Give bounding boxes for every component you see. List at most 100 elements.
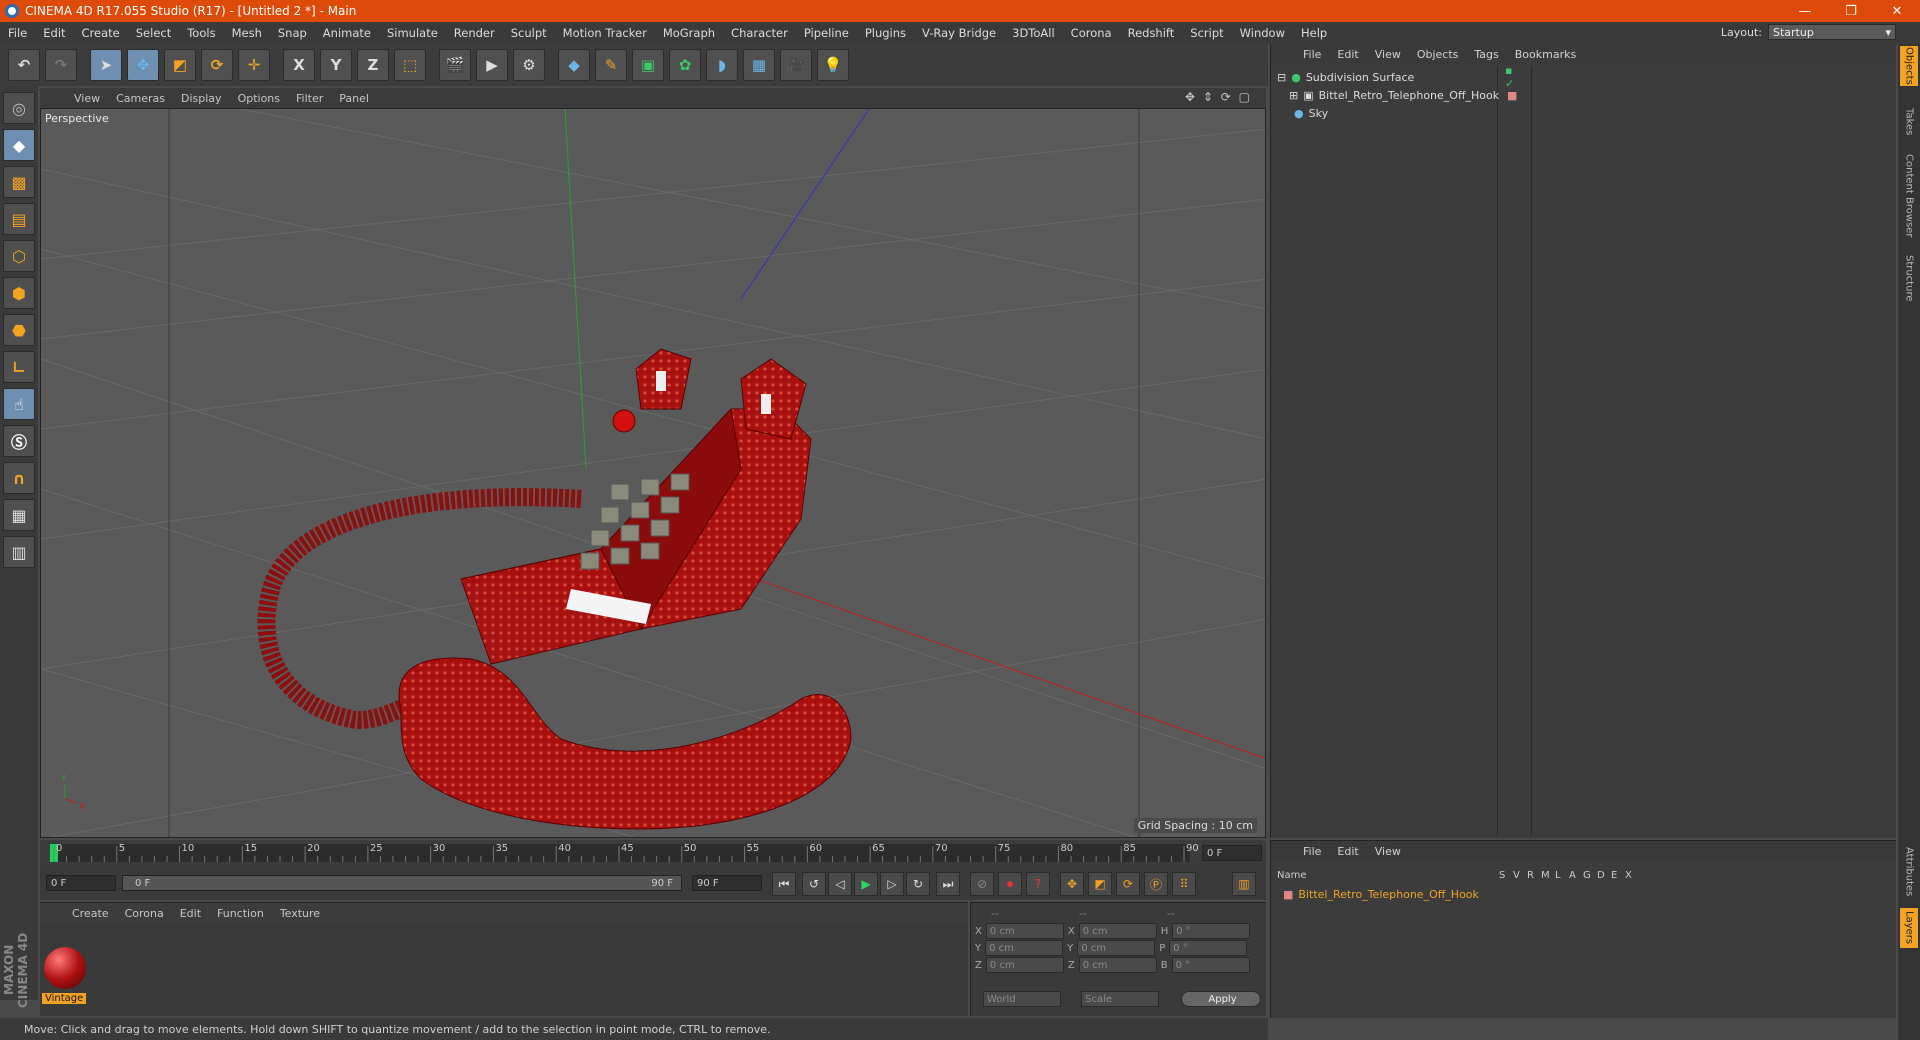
object-name[interactable]: Sky: [1309, 107, 1328, 120]
menu-animate[interactable]: Animate: [315, 26, 379, 40]
next-key-icon[interactable]: ↻: [906, 872, 930, 896]
menu-plugins[interactable]: Plugins: [857, 26, 914, 40]
world-dropdown[interactable]: World: [983, 991, 1061, 1007]
om-menu-tags[interactable]: Tags: [1466, 48, 1506, 61]
object-row[interactable]: ⊟ ● Subdivision Surface ▪ ✓: [1277, 64, 1514, 90]
viewport-nav-icons[interactable]: ✥ ⇕ ⟳ ▢: [1177, 90, 1260, 104]
scale-dropdown[interactable]: Scale: [1081, 991, 1159, 1007]
range-slider[interactable]: 0 F 90 F: [122, 875, 682, 891]
menu-render[interactable]: Render: [446, 26, 503, 40]
rotate-key-icon[interactable]: ⟳: [1116, 872, 1140, 896]
menu-simulate[interactable]: Simulate: [379, 26, 446, 40]
menu-file[interactable]: File: [0, 26, 35, 40]
lock-workplane-icon[interactable]: ▦: [3, 499, 35, 531]
prev-key-icon[interactable]: ↺: [802, 872, 826, 896]
material-menu-texture[interactable]: Texture: [272, 907, 328, 920]
move-tool-icon[interactable]: ✥: [127, 49, 159, 81]
material-menu-function[interactable]: Function: [209, 907, 272, 920]
coord-field[interactable]: 0 °: [1171, 957, 1250, 973]
pen-icon[interactable]: ✎: [595, 49, 627, 81]
deformer-icon[interactable]: ◗: [706, 49, 738, 81]
om-menu-bookmarks[interactable]: Bookmarks: [1507, 48, 1584, 61]
expand-icon[interactable]: ⊟: [1277, 71, 1286, 84]
make-editable-icon[interactable]: ◎: [3, 92, 35, 124]
tab-attributes[interactable]: Attributes: [1900, 844, 1918, 900]
points-mode-icon[interactable]: ⬡: [3, 240, 35, 272]
light-icon[interactable]: 💡: [817, 49, 849, 81]
viewport-menu-filter[interactable]: Filter: [288, 92, 331, 105]
menu-snap[interactable]: Snap: [270, 26, 315, 40]
object-name[interactable]: Bittel_Retro_Telephone_Off_Hook: [1319, 89, 1500, 102]
scale-key-icon[interactable]: ◩: [1088, 872, 1112, 896]
transform-tool-icon[interactable]: ✛: [238, 49, 270, 81]
material-preview-ball[interactable]: [44, 947, 86, 989]
minimize-button[interactable]: —: [1782, 0, 1828, 22]
render-settings-icon[interactable]: ⚙: [513, 49, 545, 81]
layer-name[interactable]: Bittel_Retro_Telephone_Off_Hook: [1298, 888, 1479, 901]
object-name[interactable]: Subdivision Surface: [1306, 71, 1414, 84]
pla-key-icon[interactable]: ⠿: [1172, 872, 1196, 896]
autokey-icon[interactable]: ?: [1026, 872, 1050, 896]
axis-mode-icon[interactable]: ∟: [3, 351, 35, 383]
tab-objects[interactable]: Objects: [1900, 46, 1918, 86]
close-button[interactable]: ✕: [1874, 0, 1920, 22]
current-frame-field[interactable]: 0 F: [1202, 845, 1262, 861]
texture-mode-icon[interactable]: ▩: [3, 166, 35, 198]
menu-v-ray-bridge[interactable]: V-Ray Bridge: [914, 26, 1004, 40]
tab-structure[interactable]: Structure: [1900, 250, 1918, 306]
menu-edit[interactable]: Edit: [35, 26, 73, 40]
tab-layers[interactable]: Layers: [1900, 908, 1918, 948]
menu-character[interactable]: Character: [723, 26, 796, 40]
coord-field[interactable]: 0 cm: [1078, 957, 1157, 973]
select-tool-icon[interactable]: ➤: [90, 49, 122, 81]
material-tag-icon[interactable]: ■: [1507, 89, 1517, 102]
material-menu-create[interactable]: Create: [64, 907, 117, 920]
record-icon[interactable]: ⏺: [998, 872, 1022, 896]
model-mode-icon[interactable]: ◆: [3, 129, 35, 161]
maximize-button[interactable]: ❐: [1828, 0, 1874, 22]
menu-select[interactable]: Select: [128, 26, 179, 40]
cube-icon[interactable]: ◆: [558, 49, 590, 81]
coord-field[interactable]: 0 cm: [1077, 940, 1156, 956]
polygons-mode-icon[interactable]: ⬣: [3, 314, 35, 346]
object-row[interactable]: ● Sky: [1277, 104, 1328, 122]
go-to-end-icon[interactable]: ⏭: [936, 872, 960, 896]
menu-mograph[interactable]: MoGraph: [655, 26, 723, 40]
planar-workplane-icon[interactable]: ▥: [3, 536, 35, 568]
object-row[interactable]: ⊞ ▣ Bittel_Retro_Telephone_Off_Hook ■: [1289, 86, 1517, 104]
timeline-ruler[interactable]: 0 5 10 15 20 25 30 35 40 45 50 55 60 65 70 75 80 85 90 0 F: [40, 840, 1266, 866]
workplane-icon[interactable]: ▤: [3, 203, 35, 235]
tweak-mode-icon[interactable]: ☝: [3, 388, 35, 420]
menu-mesh[interactable]: Mesh: [224, 26, 270, 40]
menu-tools[interactable]: Tools: [179, 26, 223, 40]
material-name[interactable]: Vintage: [42, 993, 87, 1004]
menu-sculpt[interactable]: Sculpt: [503, 26, 555, 40]
lm-menu-view[interactable]: View: [1367, 845, 1409, 858]
scale-tool-icon[interactable]: ◩: [164, 49, 196, 81]
floor-icon[interactable]: ▦: [743, 49, 775, 81]
redo-icon[interactable]: ↷: [45, 49, 77, 81]
expand-icon[interactable]: ⊞: [1289, 89, 1298, 102]
menu-window[interactable]: Window: [1232, 26, 1293, 40]
menu-3dtoall[interactable]: 3DToAll: [1004, 26, 1063, 40]
coord-field[interactable]: 0 cm: [985, 957, 1064, 973]
play-icon[interactable]: ▶: [854, 872, 878, 896]
check-icon[interactable]: ▪ ✓: [1505, 64, 1514, 90]
perspective-viewport[interactable]: Y X Perspective Grid Spacing : 10 cm: [40, 108, 1266, 838]
viewport-menu-panel[interactable]: Panel: [331, 92, 377, 105]
viewport-menu-options[interactable]: Options: [230, 92, 288, 105]
coordinate-system-icon[interactable]: ⬚: [394, 49, 426, 81]
menu-motion-tracker[interactable]: Motion Tracker: [555, 26, 655, 40]
om-menu-objects[interactable]: Objects: [1409, 48, 1467, 61]
menu-pipeline[interactable]: Pipeline: [796, 26, 857, 40]
layer-color-icon[interactable]: ■: [1283, 888, 1293, 901]
coord-field[interactable]: 0 cm: [1078, 923, 1157, 939]
coord-field[interactable]: 0 cm: [985, 923, 1064, 939]
coord-field[interactable]: 0 cm: [985, 940, 1064, 956]
end-frame-field[interactable]: 90 F: [692, 875, 762, 891]
viewport-menu-view[interactable]: View: [66, 92, 108, 105]
snap-icon[interactable]: Ⓢ: [3, 425, 35, 457]
edges-mode-icon[interactable]: ⬢: [3, 277, 35, 309]
apply-button[interactable]: Apply: [1181, 991, 1261, 1007]
subdivision-icon[interactable]: ▣: [632, 49, 664, 81]
